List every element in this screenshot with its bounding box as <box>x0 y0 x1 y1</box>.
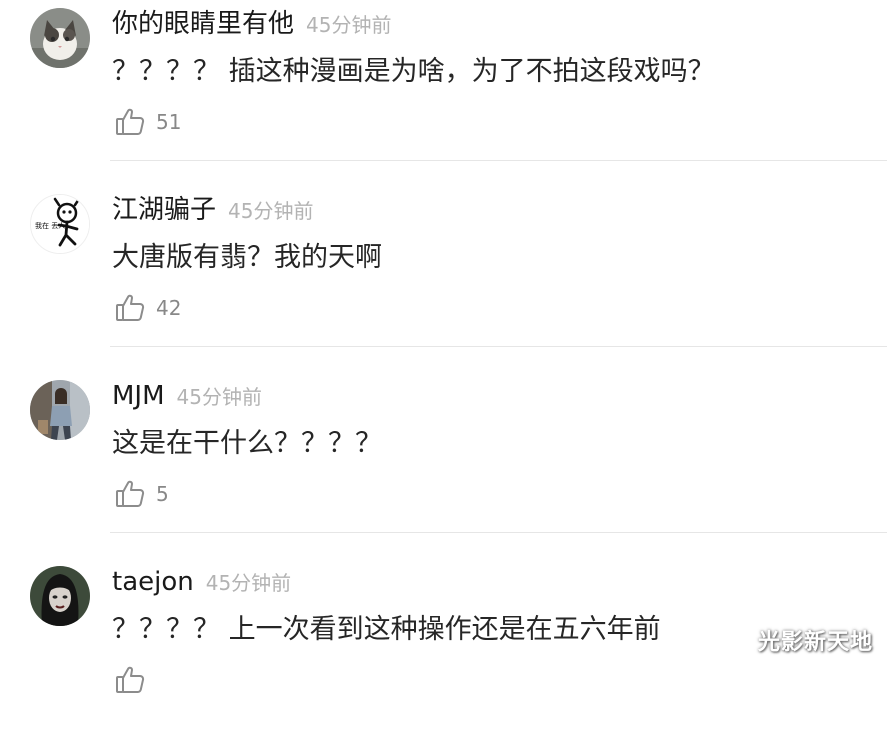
username[interactable]: 你的眼睛里有他 <box>112 6 294 42</box>
comment-text: ？？？？ 上一次看到这种操作还是在五六年前 <box>112 614 661 645</box>
divider <box>110 160 887 161</box>
like-count: 42 <box>156 296 182 320</box>
comment-header: taejon 45分钟前 <box>112 564 291 600</box>
comment-item: taejon 45分钟前 ？？？？ 上一次看到这种操作还是在五六年前 <box>0 558 887 744</box>
timestamp: 45分钟前 <box>176 385 262 409</box>
person-photo-avatar-icon <box>30 380 90 440</box>
comment-text: 这是在干什么？？？？ <box>112 428 382 459</box>
divider <box>110 532 887 533</box>
svg-text:我在 丢人: 我在 丢人 <box>35 221 65 230</box>
avatar[interactable] <box>30 8 90 68</box>
username[interactable]: 江湖骗子 <box>112 192 216 228</box>
like-count: 5 <box>156 482 169 506</box>
like-button[interactable]: 5 <box>114 476 169 512</box>
comment-text: 大唐版有翡？我的天啊 <box>112 242 382 273</box>
timestamp: 45分钟前 <box>306 13 392 37</box>
dark-portrait-avatar-icon <box>30 566 90 626</box>
watermark: 光影新天地 <box>757 630 873 655</box>
avatar[interactable] <box>30 380 90 440</box>
comment-item: 你的眼睛里有他 45分钟前 ？？？？ 插这种漫画是为啥，为了不拍这段戏吗？ 51 <box>0 0 887 186</box>
username[interactable]: MJM <box>112 378 165 414</box>
comment-header: 江湖骗子 45分钟前 <box>112 192 313 228</box>
cat-avatar-icon <box>30 8 90 68</box>
like-button[interactable]: 51 <box>114 104 181 140</box>
comment-text: ？？？？ 插这种漫画是为啥，为了不拍这段戏吗？ <box>112 56 715 87</box>
like-button[interactable]: 42 <box>114 290 181 326</box>
comment-item: 我在 丢人 江湖骗子 45分钟前 大唐版有翡？我的天啊 42 <box>0 186 887 372</box>
divider <box>110 346 887 347</box>
thumbs-up-icon <box>114 106 146 138</box>
thumbs-up-icon <box>114 664 146 696</box>
stickman-avatar-icon: 我在 丢人 <box>31 195 89 253</box>
avatar[interactable]: 我在 丢人 <box>30 194 90 254</box>
like-count: 51 <box>156 110 182 134</box>
timestamp: 45分钟前 <box>228 199 314 223</box>
timestamp: 45分钟前 <box>205 571 292 595</box>
thumbs-up-icon <box>114 478 146 510</box>
comment-header: MJM 45分钟前 <box>112 378 262 414</box>
comment-item: MJM 45分钟前 这是在干什么？？？？ 5 <box>0 372 887 558</box>
avatar[interactable] <box>30 566 90 626</box>
comment-header: 你的眼睛里有他 45分钟前 <box>112 6 391 42</box>
thumbs-up-icon <box>114 292 146 324</box>
username[interactable]: taejon <box>112 564 194 600</box>
like-button[interactable] <box>114 662 156 698</box>
